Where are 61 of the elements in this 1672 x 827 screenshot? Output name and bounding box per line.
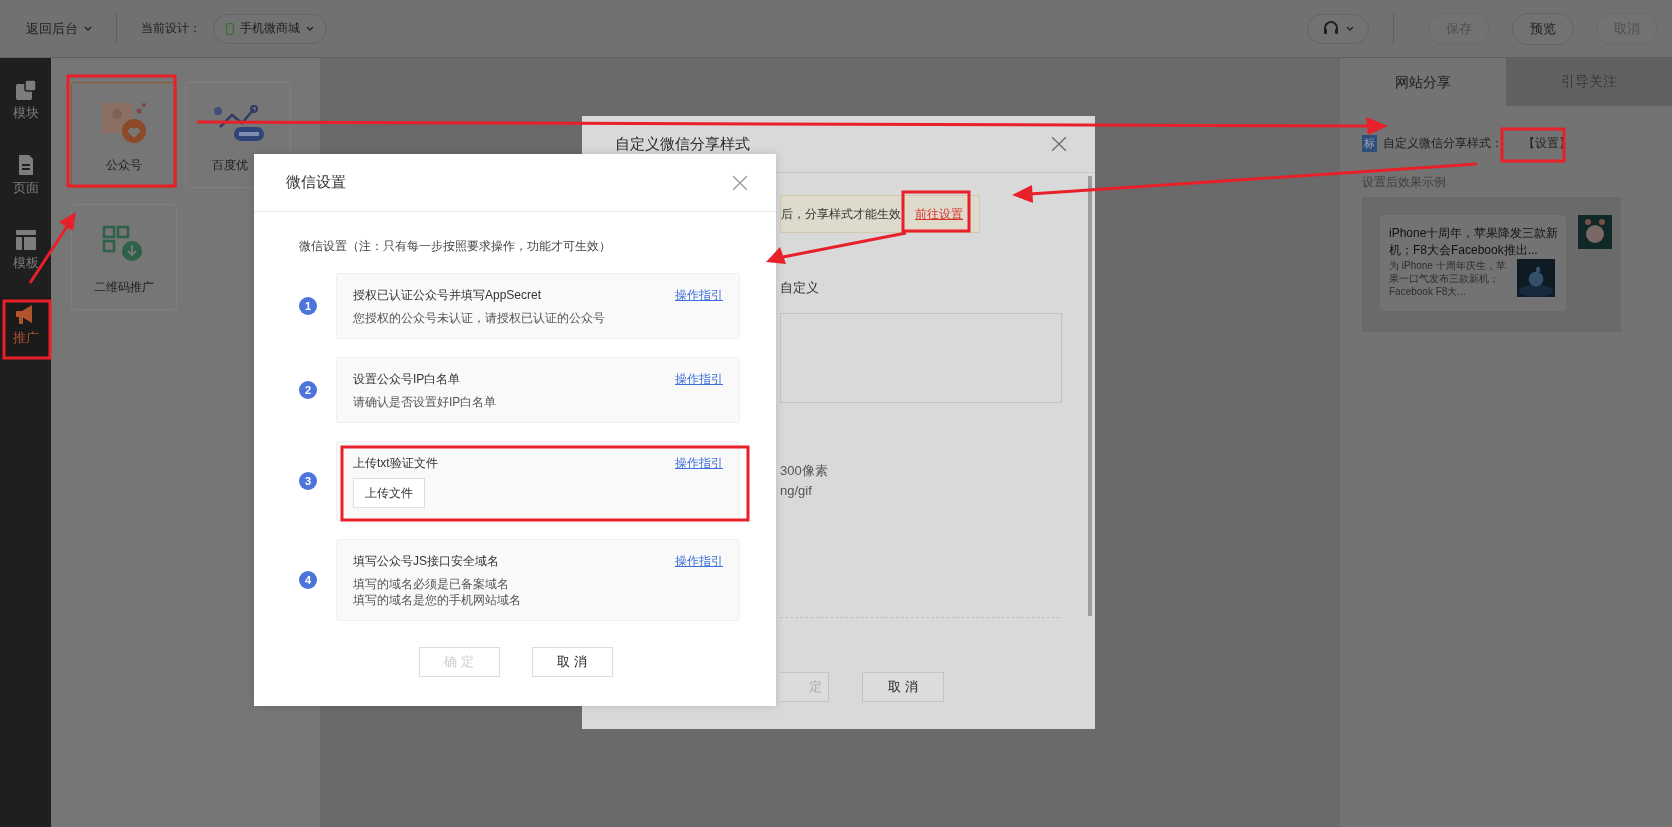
sidebar-label: 模块 (12, 104, 39, 122)
headset-menu[interactable] (1307, 13, 1369, 44)
go-settings-link[interactable]: 前往设置 (915, 205, 963, 223)
step-number: 1 (299, 297, 317, 315)
close-icon[interactable] (1051, 136, 1067, 152)
option-label: 自定义 (780, 279, 820, 297)
cancel-button[interactable]: 取 消 (862, 672, 944, 702)
caret-icon (306, 26, 314, 31)
close-icon[interactable] (732, 174, 748, 191)
size-hint: 300像素 (780, 463, 829, 479)
sidebar-item[interactable]: 模板 (0, 222, 51, 280)
layout-icon (15, 230, 36, 250)
guide-link[interactable]: 操作指引 (675, 455, 723, 472)
back-menu[interactable]: 返回后台 (26, 19, 92, 38)
sidebar-item[interactable]: 模块 (0, 72, 51, 130)
step-number: 2 (299, 381, 317, 399)
scrollbar[interactable] (1088, 176, 1092, 616)
sidebar-label: 推广 (12, 329, 39, 347)
avatar-icon (1578, 215, 1612, 249)
guide-link[interactable]: 操作指引 (675, 287, 723, 304)
caret-icon (1346, 26, 1354, 31)
dialog-note: 微信设置（注：只有每一步按照要求操作，功能才可生效） (299, 238, 612, 255)
notice-text: 后，分享样式才能生效 (781, 205, 901, 223)
highlight-frame (1500, 127, 1566, 163)
highlight-frame (901, 190, 971, 233)
sidebar-item[interactable]: 页面 (0, 147, 51, 205)
caret-icon (84, 26, 92, 31)
feature-tile[interactable]: 公众号 (71, 82, 177, 188)
highlight-frame (2, 299, 52, 360)
design-label: 当前设计： (141, 20, 201, 37)
design-selector[interactable]: 手机微商城 (213, 13, 327, 44)
sidebar-label: 页面 (12, 179, 39, 197)
phone-icon (226, 22, 234, 35)
sidebar-label: 模板 (12, 254, 39, 272)
step-title: 设置公众号IP白名单 (353, 371, 461, 388)
step-title: 授权已认证公众号并填写AppSecret (353, 287, 542, 304)
tag-badge: 标 (1362, 134, 1377, 152)
tile-label: 二维码推广 (94, 278, 154, 296)
step-title: 填写公众号JS接口安全域名 (353, 553, 499, 570)
toolbar-button[interactable]: 预览 (1512, 12, 1574, 45)
share-title: iPhone十周年，苹果降发三款新机；F8大会Facebook推出... (1389, 225, 1560, 259)
dialog-title: 自定义微信分享样式 (615, 134, 750, 154)
step-number: 4 (299, 571, 317, 589)
guide-link[interactable]: 操作指引 (675, 371, 723, 388)
upload-button[interactable]: 上传文件 (353, 478, 425, 508)
blocks-icon (15, 80, 36, 100)
format-hint: ng/gif (780, 483, 813, 499)
step-description: 您授权的公众号未认证，请授权已认证的公众号 (353, 310, 606, 326)
setting-label: 自定义微信分享样式： (1383, 134, 1503, 152)
dialog-button[interactable]: 取 消 (531, 647, 613, 677)
tile-label: 公众号 (106, 156, 142, 174)
sidebar-item[interactable]: 推广 (0, 297, 51, 355)
step-description: 填写的域名必须是已备案域名 (353, 576, 510, 592)
feature-tile[interactable]: 二维码推广 (71, 204, 177, 310)
step-description: 填写的域名是您的手机网站域名 (353, 592, 522, 608)
step-number: 3 (299, 472, 317, 490)
guide-link[interactable]: 操作指引 (675, 553, 723, 570)
step-title: 上传txt验证文件 (353, 455, 438, 472)
tile-label: 百度优 (212, 156, 248, 174)
step-description: 请确认是否设置好IP白名单 (353, 394, 498, 410)
settings-link[interactable]: 【设置】 (1523, 134, 1571, 152)
